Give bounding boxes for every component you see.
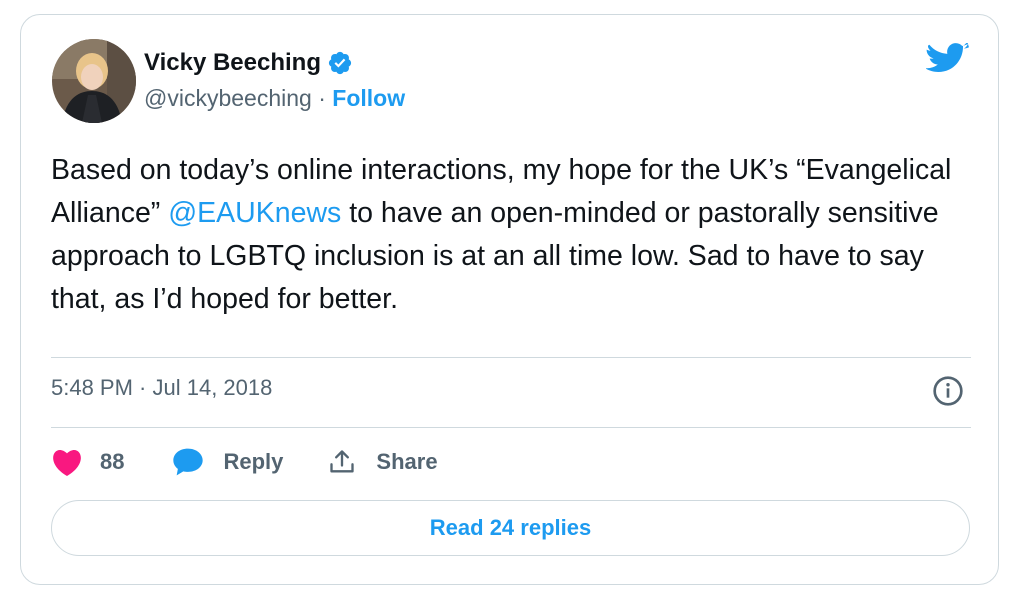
avatar[interactable]	[52, 39, 136, 123]
action-bar: 88 Reply Share	[51, 447, 438, 477]
heart-icon	[53, 449, 81, 476]
speech-bubble-icon	[173, 448, 204, 476]
verified-badge-icon	[328, 51, 352, 75]
reply-label: Reply	[223, 449, 284, 474]
divider-bottom	[51, 427, 971, 428]
read-replies-button[interactable]: Read 24 replies	[51, 500, 970, 556]
like-button[interactable]: 88	[51, 447, 124, 477]
like-count: 88	[100, 449, 125, 474]
share-label: Share	[376, 449, 438, 474]
share-upload-icon	[330, 450, 355, 473]
author-name[interactable]: Vicky Beeching	[144, 49, 321, 77]
reply-button[interactable]: Reply	[172, 447, 283, 477]
info-icon[interactable]	[932, 375, 964, 407]
tweet-text: Based on today’s online interactions, my…	[51, 149, 971, 321]
handle-row: @vickybeeching · Follow	[144, 85, 405, 112]
mention-link[interactable]: @EAUKnews	[168, 197, 341, 229]
tweet-card: Vicky Beeching @vickybeeching · Follow B…	[20, 14, 999, 585]
author-handle[interactable]: @vickybeeching	[144, 85, 312, 111]
twitter-bird-icon[interactable]	[926, 43, 970, 79]
timestamp[interactable]: 5:48 PM · Jul 14, 2018	[51, 375, 272, 401]
share-button[interactable]: Share	[328, 448, 438, 476]
author-name-row: Vicky Beeching	[144, 49, 353, 77]
follow-button[interactable]: Follow	[332, 85, 405, 111]
handle-separator: ·	[311, 85, 333, 111]
divider-top	[51, 357, 971, 358]
